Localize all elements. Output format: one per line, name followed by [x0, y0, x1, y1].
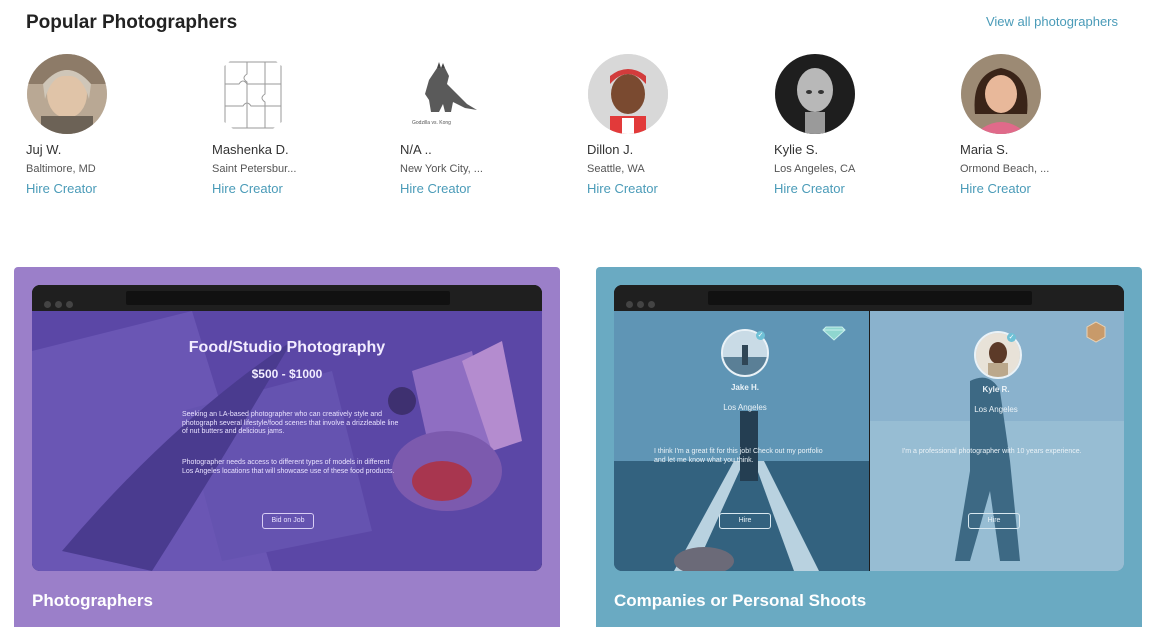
creator-message: I'm a professional photographer with 10 …: [902, 448, 1082, 455]
photographer-card[interactable]: Kylie S. Los Angeles, CA Hire Creator: [774, 54, 944, 198]
avatar[interactable]: [588, 54, 668, 134]
photographer-name: Dillon J.: [587, 142, 634, 157]
creator-name: Kyle R.: [982, 385, 1010, 394]
creator-location: Los Angeles: [974, 405, 1018, 414]
job-preview: Food/Studio Photography $500 - $1000 See…: [32, 311, 542, 571]
hexagon-badge-icon: [1086, 321, 1106, 343]
photographers-panel[interactable]: Food/Studio Photography $500 - $1000 See…: [14, 267, 560, 627]
job-price: $500 - $1000: [251, 367, 323, 381]
photographer-card[interactable]: Maria S. Ormond Beach, ... Hire Creator: [960, 54, 1130, 198]
hire-creator-link[interactable]: Hire Creator: [587, 181, 658, 196]
panel-title: Photographers: [32, 591, 153, 610]
photographer-name: Maria S.: [960, 142, 1009, 157]
photographer-card[interactable]: Mashenka D. Saint Petersbur... Hire Crea…: [212, 54, 382, 198]
job-description: Seeking an LA-based photographer who can…: [182, 411, 399, 435]
browser-toolbar: [32, 285, 542, 311]
diamond-icon: [822, 326, 846, 341]
avatar[interactable]: [775, 54, 855, 134]
photographer-name: Juj W.: [26, 142, 62, 157]
browser-mockup: Food/Studio Photography $500 - $1000 See…: [32, 285, 542, 571]
hire-button[interactable]: Hire: [968, 513, 1020, 529]
avatar[interactable]: [213, 54, 293, 134]
verified-check-icon: ✓: [756, 331, 765, 340]
avatar[interactable]: [27, 54, 107, 134]
hire-creator-link[interactable]: Hire Creator: [960, 181, 1031, 196]
hire-creator-link[interactable]: Hire Creator: [26, 181, 97, 196]
photographer-name: N/A ..: [400, 142, 432, 157]
photographer-name: Kylie S.: [774, 142, 819, 157]
hire-creator-link[interactable]: Hire Creator: [212, 181, 283, 196]
browser-toolbar: [614, 285, 1124, 311]
hire-button[interactable]: Hire: [719, 513, 771, 529]
address-bar: [126, 291, 450, 305]
creator-message: I think I'm a great fit for this job! Ch…: [654, 448, 823, 464]
panel-title: Companies or Personal Shoots: [614, 591, 867, 610]
photographer-name: Mashenka D.: [212, 142, 289, 157]
photographer-location: Baltimore, MD: [26, 163, 96, 175]
hire-creator-link[interactable]: Hire Creator: [400, 181, 471, 196]
photographer-list: Juj W. Baltimore, MD Hire Creator Mashen…: [0, 54, 1150, 204]
photographer-location: New York City, ...: [400, 163, 483, 175]
creator-preview: ✓ Jake H. Los Angeles I think I'm a grea…: [614, 311, 1124, 571]
browser-mockup: ✓ Jake H. Los Angeles I think I'm a grea…: [614, 285, 1124, 571]
view-all-photographers-link[interactable]: View all photographers: [986, 14, 1118, 29]
avatar[interactable]: [961, 54, 1041, 134]
address-bar: [708, 291, 1032, 305]
photographer-card[interactable]: Juj W. Baltimore, MD Hire Creator: [26, 54, 196, 198]
companies-panel[interactable]: ✓ Jake H. Los Angeles I think I'm a grea…: [596, 267, 1142, 627]
job-title: Food/Studio Photography: [188, 339, 386, 356]
creator-name: Jake H.: [730, 383, 760, 392]
photographer-location: Ormond Beach, ...: [960, 163, 1050, 175]
creator-card: ✓ Kyle R. Los Angeles I'm a professional…: [870, 311, 1124, 571]
photographer-card[interactable]: Godzilla vs. Kong N/A .. New York City, …: [400, 54, 570, 198]
section-title: Popular Photographers: [26, 12, 238, 33]
godzilla-caption: Godzilla vs. Kong: [412, 120, 451, 126]
hire-creator-link[interactable]: Hire Creator: [774, 181, 845, 196]
creator-card: ✓ Jake H. Los Angeles I think I'm a grea…: [614, 311, 869, 571]
job-requirements: Photographer needs access to different t…: [182, 459, 395, 475]
photographer-location: Saint Petersbur...: [212, 163, 297, 175]
bid-on-job-button[interactable]: Bid on Job: [262, 513, 314, 529]
photographer-location: Seattle, WA: [587, 163, 645, 175]
photographer-location: Los Angeles, CA: [774, 163, 856, 175]
verified-check-icon: ✓: [1007, 333, 1016, 342]
creator-location: Los Angeles: [723, 403, 767, 412]
photographer-card[interactable]: Dillon J. Seattle, WA Hire Creator: [587, 54, 757, 198]
